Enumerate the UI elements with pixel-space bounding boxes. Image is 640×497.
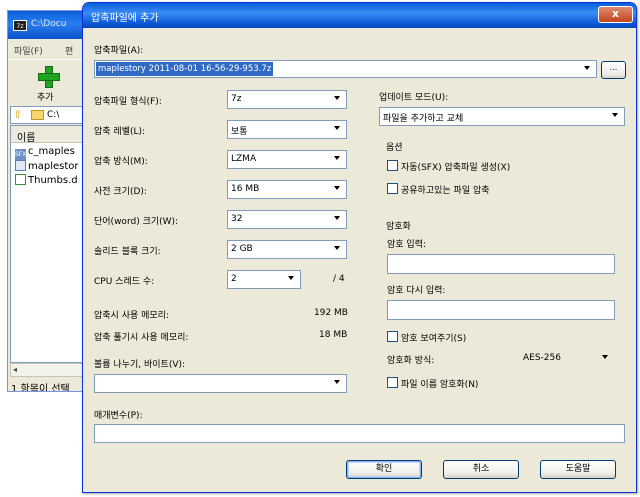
format-combo[interactable]: 7z xyxy=(227,90,347,109)
chevron-down-icon xyxy=(334,186,340,190)
solid-block-label: 솔리드 블록 크기: xyxy=(94,247,161,257)
parameters-label: 매개변수(P): xyxy=(94,411,143,421)
list-item[interactable]: Thumbs.d xyxy=(15,174,78,186)
address-text: C:\ xyxy=(47,110,60,120)
method-label: 압축 방식(M): xyxy=(94,157,148,167)
password-repeat-label: 암호 다시 입력: xyxy=(387,286,446,296)
shared-files-label[interactable]: 공유하고있는 파일 압축 xyxy=(401,183,490,196)
dialog-title-bar[interactable]: 압축파일에 추가 x xyxy=(83,3,636,28)
memory-compress-label: 압축시 사용 메모리: xyxy=(94,311,169,321)
background-window-title: C:\Docu xyxy=(31,19,67,29)
word-size-combo[interactable]: 32 xyxy=(227,210,347,229)
chevron-down-icon xyxy=(334,126,340,130)
folder-icon xyxy=(31,110,44,120)
close-button[interactable]: x xyxy=(598,6,633,23)
cancel-button[interactable]: 취소 xyxy=(443,460,519,479)
method-combo[interactable]: LZMA xyxy=(227,150,347,169)
split-volume-combo[interactable] xyxy=(94,374,347,393)
scroll-left-icon[interactable]: ◂ xyxy=(13,365,17,374)
7zip-app-icon: 7z xyxy=(13,20,27,31)
sfx-checkbox[interactable] xyxy=(387,160,398,171)
archive-name-combo[interactable]: maplestory 2011-08-01 16-56-29-953.7z xyxy=(94,60,597,78)
chevron-down-icon xyxy=(334,96,340,100)
level-label: 압축 레벨(L): xyxy=(94,127,146,137)
split-volume-label: 볼륨 나누기, 바이트(V): xyxy=(94,360,186,370)
archive-name-value: maplestory 2011-08-01 16-56-29-953.7z xyxy=(96,62,274,76)
show-password-checkbox[interactable] xyxy=(387,331,398,342)
cpu-threads-combo[interactable]: 2 xyxy=(227,270,301,289)
cpu-threads-label: CPU 스레드 수: xyxy=(94,277,155,287)
chevron-down-icon xyxy=(288,276,294,280)
browse-button[interactable]: ... xyxy=(601,61,626,79)
dictionary-combo[interactable]: 16 MB xyxy=(227,180,347,199)
password-label: 암호 입력: xyxy=(387,240,427,250)
chevron-down-icon xyxy=(334,216,340,220)
dialog-title: 압축파일에 추가 xyxy=(91,13,159,24)
shared-files-checkbox[interactable] xyxy=(387,183,398,194)
list-item[interactable]: maplestor xyxy=(15,160,79,172)
format-label: 압축파일 형식(F): xyxy=(94,97,162,107)
list-item[interactable]: SFX c_maples xyxy=(15,146,75,160)
chevron-down-icon xyxy=(334,380,340,384)
password-repeat-input[interactable] xyxy=(387,300,615,320)
toolbar-add-label[interactable]: 추가 xyxy=(37,90,54,103)
thumbs-file-icon xyxy=(15,174,26,185)
password-input[interactable] xyxy=(387,254,615,274)
chevron-down-icon[interactable] xyxy=(584,66,590,70)
encryption-group-label: 암호화 xyxy=(386,222,411,232)
solid-block-combo[interactable]: 2 GB xyxy=(227,240,347,259)
menu-edit[interactable]: 편 xyxy=(65,44,73,57)
options-group-label: 옵션 xyxy=(386,143,403,153)
sfx-file-icon: SFX xyxy=(15,149,27,160)
cpu-threads-total: / 4 xyxy=(333,274,345,284)
chevron-down-icon xyxy=(334,156,340,160)
parameters-input[interactable] xyxy=(94,424,625,443)
add-to-archive-dialog: 압축파일에 추가 x 압축파일(A): maplestory 2011-08-0… xyxy=(82,2,637,493)
encrypt-names-label[interactable]: 파일 이름 암호화(N) xyxy=(401,377,478,390)
memory-decompress-value: 18 MB xyxy=(319,330,348,340)
dictionary-label: 사전 크기(D): xyxy=(94,187,147,197)
level-combo[interactable]: 보통 xyxy=(227,120,347,139)
archive-label: 압축파일(A): xyxy=(94,46,144,56)
memory-compress-value: 192 MB xyxy=(314,308,348,318)
show-password-label[interactable]: 암호 보여주기(S) xyxy=(401,331,466,344)
help-button[interactable]: 도움말 xyxy=(540,460,616,479)
chevron-down-icon xyxy=(612,113,618,117)
sfx-label[interactable]: 자동(SFX) 압축파일 생성(X) xyxy=(401,160,510,173)
menu-file[interactable]: 파일(F) xyxy=(14,44,43,57)
chevron-down-icon xyxy=(334,246,340,250)
file-icon xyxy=(15,160,26,171)
encryption-method-label: 암호화 방식: xyxy=(387,356,435,366)
update-mode-combo[interactable]: 파일을 추가하고 교체 xyxy=(379,107,625,126)
up-folder-icon[interactable]: ⇧ xyxy=(13,108,22,121)
update-mode-label: 업데이트 모드(U): xyxy=(379,93,449,103)
chevron-down-icon xyxy=(602,355,608,359)
encryption-method-combo[interactable]: AES-256 xyxy=(519,349,615,368)
word-size-label: 단어(word) 크기(W): xyxy=(94,217,179,227)
memory-decompress-label: 압축 풀기시 사용 메모리: xyxy=(94,333,189,343)
add-icon[interactable] xyxy=(38,66,60,88)
ok-button[interactable]: 확인 xyxy=(346,460,422,479)
encrypt-names-checkbox[interactable] xyxy=(387,377,398,388)
